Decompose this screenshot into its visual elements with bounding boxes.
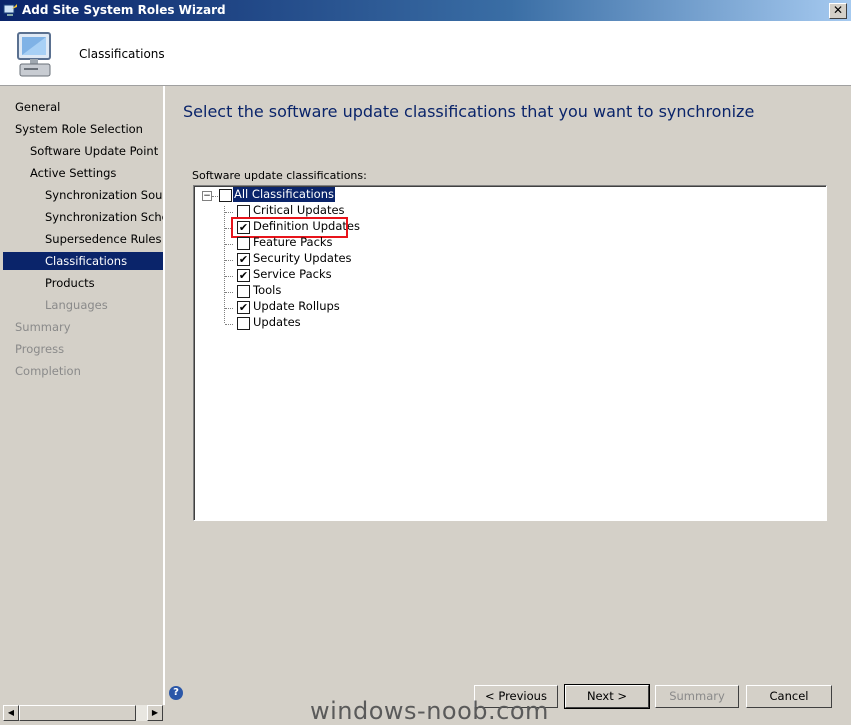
checkbox-feature-packs[interactable] [237,237,250,250]
window-title: Add Site System Roles Wizard [22,3,226,17]
computer-monitor-icon [17,32,51,77]
tree-node-security-updates[interactable]: Security Updates [252,251,353,266]
nav-item-supersedence-rules[interactable]: Supersedence Rules [45,230,162,248]
tree-node-tools[interactable]: Tools [252,283,282,298]
nav-item-classifications[interactable]: Classifications [3,252,163,270]
wizard-content: Select the software update classificatio… [165,86,851,709]
checkbox-security-updates[interactable]: ✔ [237,253,250,266]
tree-node-all-classifications[interactable]: All Classifications [233,187,335,202]
tree-connector [225,244,233,245]
checkbox-update-rollups[interactable]: ✔ [237,301,250,314]
tree-branch-line [224,206,225,323]
help-icon[interactable]: ? [169,686,183,700]
collapse-icon[interactable]: − [202,191,212,201]
checkbox-all-classifications[interactable] [219,189,232,202]
tree-node-service-packs[interactable]: Service Packs [252,267,333,282]
nav-item-software-update-point[interactable]: Software Update Point [30,142,158,160]
tree-connector [212,196,218,197]
tree-label: Software update classifications: [192,169,367,182]
nav-item-label: Classifications [45,254,128,268]
tree-node-critical-updates[interactable]: Critical Updates [252,203,346,218]
nav-item-progress: Progress [15,342,65,356]
tree-node-feature-packs[interactable]: Feature Packs [252,235,334,250]
nav-item-active-settings[interactable]: Active Settings [30,164,116,182]
next-button[interactable]: Next > [564,684,650,709]
scroll-left-arrow-icon[interactable]: ◀ [3,705,19,721]
nav-item-products[interactable]: Products [45,274,95,292]
content-heading: Select the software update classificatio… [183,102,755,121]
scrollbar-thumb[interactable] [19,705,136,721]
nav-item-languages: Languages [45,298,108,312]
tree-connector [225,276,233,277]
nav-item-system-role-selection[interactable]: System Role Selection [15,120,143,138]
tree-connector [225,212,233,213]
tree-node-update-rollups[interactable]: Update Rollups [252,299,341,314]
tree-connector [225,324,233,325]
tree-connector [225,292,233,293]
wizard-nav: General System Role Selection Software U… [3,86,165,705]
checkbox-updates[interactable] [237,317,250,330]
nav-item-general[interactable]: General [15,98,60,116]
wizard-app-icon [3,4,17,16]
tree-connector [225,260,233,261]
close-button[interactable]: ✕ [829,3,847,19]
title-bar: Add Site System Roles Wizard ✕ [0,0,851,21]
nav-item-synchronization-source[interactable]: Synchronization Source [45,186,163,204]
scroll-right-arrow-icon[interactable]: ▶ [147,705,163,721]
watermark-text: windows-noob.com [310,697,549,725]
checkbox-tools[interactable] [237,285,250,298]
checkbox-service-packs[interactable]: ✔ [237,269,250,282]
page-title: Classifications [79,47,165,61]
tree-connector [225,308,233,309]
classifications-tree[interactable]: − All Classifications Critical Updates ✔… [193,185,827,521]
summary-button: Summary [655,685,739,708]
nav-horizontal-scrollbar[interactable]: ◀ ▶ [3,705,163,721]
tree-node-updates[interactable]: Updates [252,315,302,330]
nav-item-completion: Completion [15,364,81,378]
wizard-header: Classifications [0,21,851,86]
cancel-button[interactable]: Cancel [746,685,832,708]
nav-item-synchronization-schedule[interactable]: Synchronization Schedule [45,208,163,226]
nav-item-summary: Summary [15,320,71,334]
